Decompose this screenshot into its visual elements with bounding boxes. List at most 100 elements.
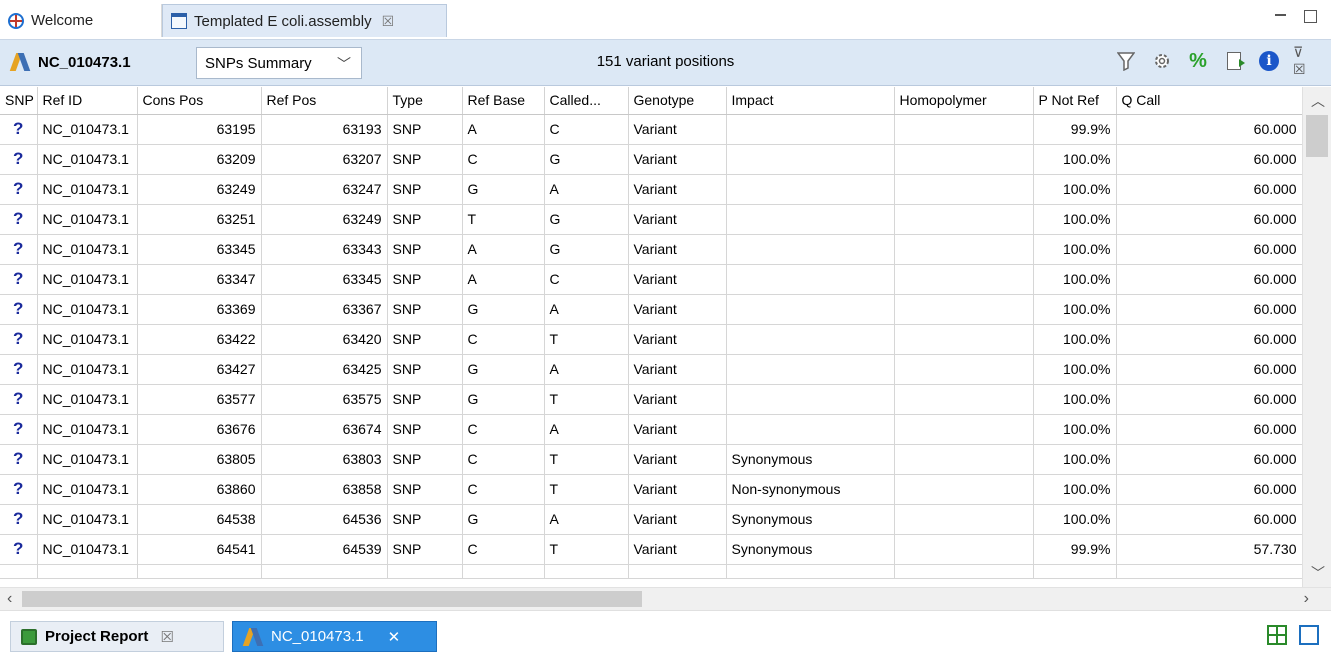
column-header[interactable]: Impact <box>726 87 895 115</box>
tab-assembly[interactable]: Templated E coli.assembly ☒ <box>162 4 447 37</box>
column-header[interactable]: Homopolymer <box>894 87 1034 115</box>
tab-close-icon[interactable]: ☒ <box>160 628 173 646</box>
column-header[interactable]: SNP <box>0 87 38 115</box>
column-header[interactable]: Type <box>387 87 463 115</box>
column-header[interactable]: Ref Pos <box>261 87 388 115</box>
view-menu-icon[interactable]: ⊽ ☒ <box>1293 44 1315 77</box>
globe-icon <box>8 12 24 29</box>
column-header[interactable]: Called... <box>544 87 629 115</box>
snp-status-icon: ? <box>0 474 38 505</box>
percent-icon[interactable]: % <box>1187 49 1209 73</box>
column-header[interactable]: Ref Base <box>462 87 545 115</box>
table-row[interactable]: ? NC_010473.1 63427 63425 SNP G A Variant 100.0%… <box>0 354 1303 385</box>
vertical-scrollbar[interactable]: ︿ ﹀ <box>1302 87 1331 587</box>
table-cell: 60.000 <box>1116 144 1303 175</box>
table-row[interactable]: ? NC_010473.1 63422 63420 SNP C T Variant 100.0%… <box>0 324 1303 355</box>
table-cell: SNP <box>387 174 463 205</box>
table-cell: 63195 <box>137 114 262 145</box>
scroll-down-icon[interactable]: ﹀ <box>1311 563 1325 583</box>
table-cell <box>37 564 138 579</box>
table-cell: C <box>462 444 545 475</box>
table-row[interactable]: ? NC_010473.1 63209 63207 SNP C G Variant 100.0%… <box>0 144 1303 175</box>
table-cell: 63577 <box>137 384 262 415</box>
tab-contig-label: NC_010473.1 <box>271 628 364 645</box>
table-cell: 63251 <box>137 204 262 235</box>
table-cell: 100.0% <box>1033 444 1117 475</box>
table-cell: 63209 <box>137 144 262 175</box>
tab-welcome[interactable]: Welcome <box>0 4 162 37</box>
table-row[interactable]: ? NC_010473.1 63805 63803 SNP C T Variant Synony… <box>0 444 1303 475</box>
table-cell: T <box>462 204 545 235</box>
table-cell: Variant <box>628 204 727 235</box>
table-cell <box>726 144 895 175</box>
maximize-icon[interactable] <box>1304 10 1317 23</box>
tab-project-report[interactable]: Project Report ☒ <box>10 621 224 652</box>
snp-toolbar: NC_010473.1 SNPs Summary ﹀ 151 variant p… <box>0 40 1331 86</box>
table-cell <box>1033 564 1117 579</box>
grid-icon[interactable] <box>1267 625 1287 645</box>
column-header[interactable]: Genotype <box>628 87 727 115</box>
column-header[interactable]: P Not Ref <box>1033 87 1117 115</box>
table-cell: A <box>544 174 629 205</box>
table-row[interactable]: ? NC_010473.1 64541 64539 SNP C T Variant Synony… <box>0 534 1303 565</box>
minimize-icon[interactable] <box>1275 14 1286 17</box>
table-cell: A <box>544 414 629 445</box>
table-row[interactable]: ? NC_010473.1 63251 63249 SNP T G Variant 100.0%… <box>0 204 1303 235</box>
table-cell: SNP <box>387 234 463 265</box>
table-row[interactable]: ? NC_010473.1 63860 63858 SNP C T Variant Non-sy… <box>0 474 1303 505</box>
table-row[interactable]: ? NC_010473.1 63347 63345 SNP A C Variant 100.0%… <box>0 264 1303 295</box>
table-cell <box>726 294 895 325</box>
filter-icon[interactable] <box>1115 49 1137 73</box>
window-icon[interactable] <box>1299 625 1319 645</box>
column-header[interactable]: Cons Pos <box>137 87 262 115</box>
table-cell: 100.0% <box>1033 174 1117 205</box>
snp-status-icon: ? <box>0 534 38 565</box>
tab-close-icon[interactable]: ☒ <box>382 13 395 30</box>
table-row-partial <box>0 564 1303 579</box>
column-header[interactable]: Ref ID <box>37 87 138 115</box>
column-header[interactable]: Q Call <box>1116 87 1303 115</box>
table-row[interactable]: ? NC_010473.1 63369 63367 SNP G A Variant 100.0%… <box>0 294 1303 325</box>
table-cell <box>726 264 895 295</box>
horizontal-scroll-thumb[interactable] <box>22 591 642 607</box>
table-cell <box>726 564 895 579</box>
table-cell: 64541 <box>137 534 262 565</box>
table-cell: C <box>544 264 629 295</box>
table-cell: 63193 <box>261 114 388 145</box>
table-cell: NC_010473.1 <box>37 504 138 535</box>
table-cell <box>894 534 1034 565</box>
table-row[interactable]: ? NC_010473.1 63249 63247 SNP G A Variant 100.0%… <box>0 174 1303 205</box>
settings-icon[interactable] <box>1151 49 1173 73</box>
table-cell: Variant <box>628 174 727 205</box>
table-cell: 100.0% <box>1033 264 1117 295</box>
export-icon[interactable] <box>1223 49 1245 73</box>
table-cell: 60.000 <box>1116 234 1303 265</box>
table-cell <box>726 114 895 145</box>
contig-icon <box>10 51 30 73</box>
table-cell: SNP <box>387 384 463 415</box>
view-select[interactable]: SNPs Summary ﹀ <box>196 47 362 79</box>
scroll-left-icon[interactable]: ‹ <box>7 590 12 608</box>
info-icon[interactable]: i <box>1259 51 1279 71</box>
table-cell: 60.000 <box>1116 504 1303 535</box>
scroll-up-icon[interactable]: ︿ <box>1311 91 1325 111</box>
tab-close-icon[interactable]: ✕ <box>388 628 401 646</box>
horizontal-scrollbar[interactable]: ‹ › <box>0 587 1331 610</box>
snp-status-icon: ? <box>0 114 38 145</box>
table-cell: SNP <box>387 144 463 175</box>
table-cell: 60.000 <box>1116 114 1303 145</box>
tab-contig[interactable]: NC_010473.1 ✕ <box>232 621 437 652</box>
table-row[interactable]: ? NC_010473.1 63577 63575 SNP G T Variant 100.0%… <box>0 384 1303 415</box>
table-cell <box>726 384 895 415</box>
table-row[interactable]: ? NC_010473.1 63195 63193 SNP A C Variant 99.9% 6… <box>0 114 1303 145</box>
vertical-scroll-thumb[interactable] <box>1306 115 1328 157</box>
table-row[interactable]: ? NC_010473.1 63676 63674 SNP C A Variant 100.0%… <box>0 414 1303 445</box>
snp-status-icon: ? <box>0 174 38 205</box>
table-cell: SNP <box>387 204 463 235</box>
table-header: SNP Ref ID Cons Pos Ref Pos Type Ref Base Call… <box>0 87 1303 115</box>
table-row[interactable]: ? NC_010473.1 63345 63343 SNP A G Variant 100.0%… <box>0 234 1303 265</box>
scroll-right-icon[interactable]: › <box>1304 590 1309 608</box>
table-cell: 63345 <box>137 234 262 265</box>
table-row[interactable]: ? NC_010473.1 64538 64536 SNP G A Variant Synony… <box>0 504 1303 535</box>
table-cell: Variant <box>628 234 727 265</box>
